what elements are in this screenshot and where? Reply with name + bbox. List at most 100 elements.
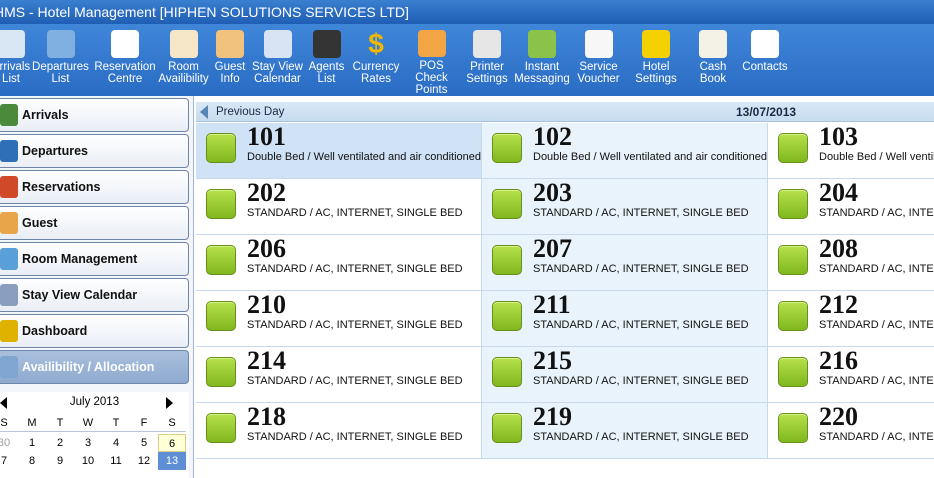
previous-day-button[interactable]: Previous Day [200, 104, 284, 120]
sidebar-item-7[interactable]: Availibility / Allocation [0, 350, 189, 384]
room-description: STANDARD / AC, INTERNET, SINGLE BED [533, 375, 749, 387]
sidebar-item-5[interactable]: Stay View Calendar [0, 278, 189, 312]
room-status-icon [492, 189, 522, 219]
tools-icon [642, 30, 670, 58]
calendar-day[interactable]: 8 [18, 452, 46, 470]
room-tile[interactable]: 218 STANDARD / AC, INTERNET, SINGLE BED [196, 403, 482, 459]
calendar-next-month-icon[interactable] [166, 397, 173, 409]
room-tile[interactable]: 211 STANDARD / AC, INTERNET, SINGLE BED [482, 291, 768, 347]
toolbar-button-12[interactable]: Hotel Settings [626, 24, 686, 96]
calendar-day[interactable]: 2 [46, 434, 74, 452]
calendar-day[interactable]: 10 [74, 452, 102, 470]
toolbar-button-9[interactable]: Printer Settings [461, 24, 513, 96]
departures-icon [0, 140, 18, 162]
sidebar-item-3[interactable]: Guest [0, 206, 189, 240]
toolbar-button-2[interactable]: Reservation Centre [91, 24, 159, 96]
room-tile[interactable]: 216STANDARD / AC, INTERNET, SINGLE BED [768, 347, 934, 403]
toolbar-label: Hotel Settings [635, 61, 677, 85]
toolbar-button-10[interactable]: Instant Messaging [513, 24, 571, 96]
room-number: 207 [533, 234, 572, 263]
sidebar-item-1[interactable]: Departures [0, 134, 189, 168]
toolbar-button-7[interactable]: $ Currency Rates [350, 24, 402, 96]
sidebar-item-4[interactable]: Room Management [0, 242, 189, 276]
reservations-icon [0, 176, 18, 198]
toolbar-button-6[interactable]: Agents List [303, 24, 350, 96]
room-status-icon [492, 133, 522, 163]
room-tile[interactable]: 220STANDARD / AC, INTERNET, SINGLE BED [768, 403, 934, 459]
calendar-prev-month-icon[interactable] [0, 397, 7, 409]
room-description: STANDARD / AC, INTERNET, SINGLE BED [247, 375, 463, 387]
room-number: 204 [819, 178, 858, 207]
room-description: STANDARD / AC, INTERNET, SINGLE BED [247, 263, 463, 275]
agent-icon [312, 30, 341, 58]
sidebar-item-0[interactable]: Arrivals [0, 98, 189, 132]
toolbar-label: Departures List [32, 61, 89, 85]
calendar-day[interactable]: 4 [102, 434, 130, 452]
room-description: STANDARD / AC, INTERNET, SINGLE BED [533, 207, 749, 219]
toolbar-button-3[interactable]: Room Availibility [158, 24, 209, 96]
room-tile[interactable]: 207 STANDARD / AC, INTERNET, SINGLE BED [482, 235, 768, 291]
calendar-day[interactable]: 6 [158, 434, 186, 452]
room-number: 215 [533, 346, 572, 375]
sidebar-item-label: Reservations [22, 180, 101, 194]
current-date: 13/07/2013 [736, 105, 797, 119]
sidebar-item-label: Arrivals [22, 108, 69, 122]
room-tile[interactable]: 101 Double Bed / Well ventilated and air … [196, 123, 482, 179]
room-status-icon [778, 189, 808, 219]
room-tile[interactable]: 210 STANDARD / AC, INTERNET, SINGLE BED [196, 291, 482, 347]
calendar-day[interactable]: 13 [158, 452, 186, 470]
calendar-day[interactable]: 9 [46, 452, 74, 470]
room-number: 210 [247, 290, 286, 319]
room-tile[interactable]: 202 STANDARD / AC, INTERNET, SINGLE BED [196, 179, 482, 235]
calendar-day[interactable]: 11 [102, 452, 130, 470]
main-toolbar: Arrivals ListDepartures ListReservation … [0, 24, 934, 96]
toolbar-button-14[interactable]: Contacts [740, 24, 790, 96]
calendar-day[interactable]: 12 [130, 452, 158, 470]
room-tile[interactable]: 214 STANDARD / AC, INTERNET, SINGLE BED [196, 347, 482, 403]
calendar-day[interactable]: 3 [74, 434, 102, 452]
room-tile[interactable]: 212STANDARD / AC, INTERNET, SINGLE BED [768, 291, 934, 347]
guest-icon [216, 30, 244, 58]
toolbar-button-13[interactable]: Cash Book [686, 24, 740, 96]
sidebar: Arrivals Departures Reservations Guest Room … [0, 96, 194, 478]
room-tile[interactable]: 219 STANDARD / AC, INTERNET, SINGLE BED [482, 403, 768, 459]
room-tile[interactable]: 103Double Bed / Well ventilated and air … [768, 123, 934, 179]
calendar-day[interactable]: 5 [130, 434, 158, 452]
room-number: 203 [533, 178, 572, 207]
availability-icon [0, 356, 18, 378]
room-number: 206 [247, 234, 286, 263]
room-status-icon [492, 301, 522, 331]
room-status-icon [206, 133, 236, 163]
calendar-day[interactable]: 30 [0, 434, 18, 452]
sidebar-item-6[interactable]: Dashboard [0, 314, 189, 348]
arrivals-icon [0, 30, 25, 58]
toolbar-label: Arrivals List [0, 61, 31, 85]
calendar-day[interactable]: 1 [18, 434, 46, 452]
toolbar-button-11[interactable]: Service Voucher [571, 24, 626, 96]
toolbar-label: POS Check Points [415, 60, 448, 96]
contacts-icon [751, 30, 779, 58]
toolbar-button-5[interactable]: Stay View Calendar [252, 24, 303, 96]
room-tile[interactable]: 203 STANDARD / AC, INTERNET, SINGLE BED [482, 179, 768, 235]
toolbar-button-1[interactable]: Departures List [30, 24, 91, 96]
room-number: 211 [533, 290, 571, 319]
room-status-icon [492, 357, 522, 387]
toolbar-label: Contacts [742, 61, 788, 73]
room-tile[interactable]: 102 Double Bed / Well ventilated and air … [482, 123, 768, 179]
sidebar-item-2[interactable]: Reservations [0, 170, 189, 204]
room-tile[interactable]: 206 STANDARD / AC, INTERNET, SINGLE BED [196, 235, 482, 291]
toolbar-label: Reservation Centre [94, 61, 156, 85]
toolbar-button-4[interactable]: Guest Info [208, 24, 252, 96]
room-status-icon [492, 245, 522, 275]
room-status-icon [206, 189, 236, 219]
sidebar-item-label: Guest [22, 216, 58, 230]
toolbar-button-8[interactable]: POS Check Points [402, 24, 461, 96]
room-description: STANDARD / AC, INTERNET, SINGLE BED [247, 431, 463, 443]
room-description: STANDARD / AC, INTERNET, SINGLE BED [819, 207, 934, 219]
room-tile[interactable]: 208STANDARD / AC, INTERNET, SINGLE BED [768, 235, 934, 291]
room-tile[interactable]: 204STANDARD / AC, INTERNET, SINGLE BED [768, 179, 934, 235]
room-tile[interactable]: 215 STANDARD / AC, INTERNET, SINGLE BED [482, 347, 768, 403]
room-status-icon [206, 413, 236, 443]
calendar-day[interactable]: 7 [0, 452, 18, 470]
toolbar-button-0[interactable]: Arrivals List [0, 24, 30, 96]
